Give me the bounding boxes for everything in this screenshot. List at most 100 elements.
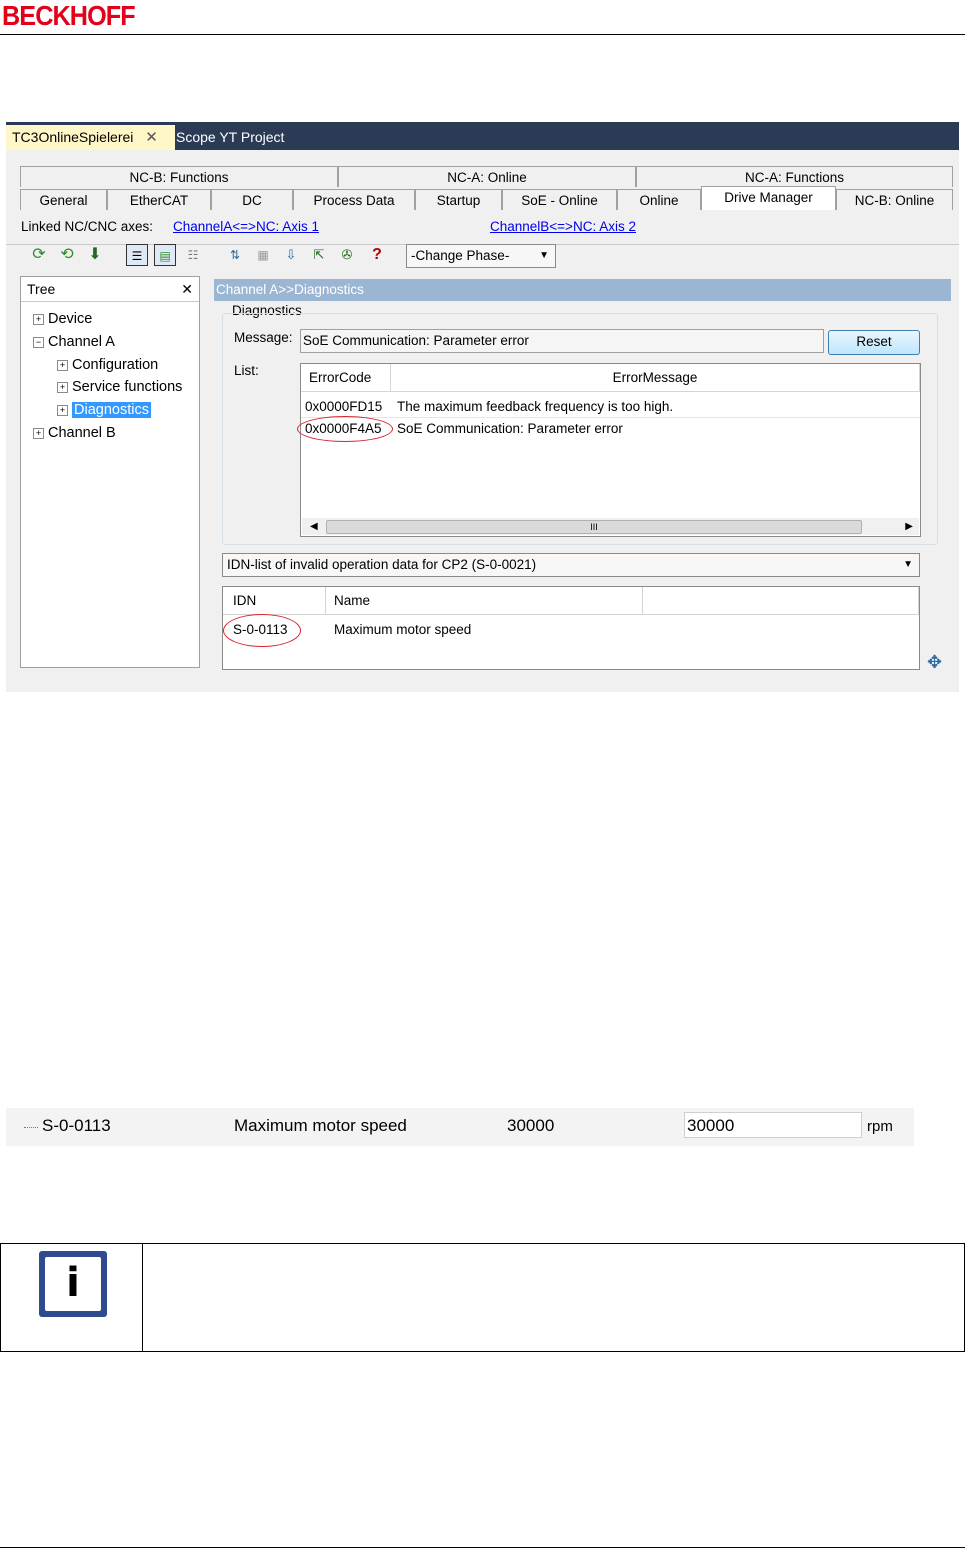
message-field: SoE Communication: Parameter error xyxy=(300,329,824,353)
highlight-oval xyxy=(223,614,301,647)
tab-row-top: NC-B: Functions NC-A: Online NC-A: Funct… xyxy=(20,166,953,188)
tab-drive-manager[interactable]: Drive Manager xyxy=(701,186,836,210)
help-icon[interactable]: ? xyxy=(366,244,388,266)
tab-general[interactable]: General xyxy=(20,189,107,210)
tab-row-bottom: General EtherCAT DC Process Data Startup… xyxy=(20,186,953,212)
note-divider xyxy=(142,1244,143,1351)
column-header-name[interactable]: Name xyxy=(326,587,643,615)
message-label: Message: xyxy=(234,330,293,345)
tab-ethercat[interactable]: EtherCAT xyxy=(107,189,211,210)
idn-list-select[interactable]: IDN-list of invalid operation data for C… xyxy=(222,553,920,577)
param-idn: S-0-0113 xyxy=(42,1116,111,1135)
horizontal-scrollbar[interactable]: ◀ III ▶ xyxy=(302,518,919,535)
idn-list[interactable]: IDN Name S-0-0113 Maximum motor speed xyxy=(222,586,920,670)
tab-process-data[interactable]: Process Data xyxy=(293,189,415,210)
reload-icon[interactable]: ⟲ xyxy=(56,244,78,266)
tree-item-configuration[interactable]: + Configuration xyxy=(57,355,158,375)
column-header-errormessage[interactable]: ErrorMessage xyxy=(391,364,920,392)
expand-icon[interactable]: + xyxy=(33,314,44,325)
tree-item-label: Channel A xyxy=(48,334,115,350)
tree-item-diagnostics[interactable]: + Diagnostics xyxy=(57,400,151,420)
idn-list-select-value: IDN-list of invalid operation data for C… xyxy=(227,557,537,572)
tree-view-icon[interactable]: ☰ xyxy=(126,244,148,266)
param-edit-field[interactable]: 30000 xyxy=(684,1112,862,1138)
footer-rule xyxy=(0,1547,965,1548)
link-channel-a[interactable]: ChannelA<=>NC: Axis 1 xyxy=(173,219,319,234)
tab-nca-functions[interactable]: NC-A: Functions xyxy=(636,166,953,187)
row-divider xyxy=(301,417,920,418)
tab-soe-online[interactable]: SoE - Online xyxy=(502,189,617,210)
expand-icon[interactable]: + xyxy=(57,360,68,371)
tree-pane: Tree ✕ + Device − Channel A + Configuration… xyxy=(20,276,200,668)
tree-item-label: Device xyxy=(48,311,93,327)
parameter-row-screenshot: S-0-0113 Maximum motor speed 30000 30000… xyxy=(6,1108,914,1146)
info-icon: i xyxy=(39,1251,107,1317)
tree-header: Tree ✕ xyxy=(21,277,199,302)
tree-connector xyxy=(24,1127,38,1128)
scroll-left-icon[interactable]: ◀ xyxy=(310,518,318,535)
list-view-icon[interactable]: ▤ xyxy=(154,244,176,266)
tree-item-label: Channel B xyxy=(48,425,116,441)
tree-item-label: Configuration xyxy=(72,357,159,373)
column-header-errorcode[interactable]: ErrorCode xyxy=(301,364,391,392)
note-box: i xyxy=(0,1243,965,1352)
tools-icon[interactable]: ✇ xyxy=(336,244,358,266)
param-name: Maximum motor speed xyxy=(234,1116,407,1135)
sort-icon[interactable]: ⇅ xyxy=(224,244,246,266)
import-icon[interactable]: ⇩ xyxy=(280,244,302,266)
doc-tab-project-label: TC3OnlineSpielerei xyxy=(12,129,134,145)
export-icon[interactable]: ⇱ xyxy=(308,244,330,266)
download-icon[interactable]: ⬇ xyxy=(84,244,106,266)
tab-ncb-functions[interactable]: NC-B: Functions xyxy=(20,166,338,187)
expand-icon[interactable]: + xyxy=(33,428,44,439)
change-phase-value: -Change Phase- xyxy=(411,248,510,263)
scroll-thumb[interactable]: III xyxy=(326,520,862,534)
tree-title: Tree xyxy=(27,281,56,297)
param-edit-value: 30000 xyxy=(687,1116,735,1135)
error-code-cell[interactable]: 0x0000FD15 xyxy=(305,397,382,417)
tab-startup[interactable]: Startup xyxy=(415,189,502,210)
tab-ncb-online[interactable]: NC-B: Online xyxy=(836,189,953,210)
info-glyph: i xyxy=(66,1260,80,1306)
close-icon[interactable]: ✕ xyxy=(181,277,193,301)
param-unit: rpm xyxy=(867,1118,893,1135)
close-icon[interactable]: ✕ xyxy=(145,129,158,146)
tree-item-device[interactable]: + Device xyxy=(33,309,92,329)
tab-nca-online[interactable]: NC-A: Online xyxy=(338,166,636,187)
refresh-icon[interactable]: ⟳ xyxy=(28,244,50,266)
brand-logo: BECKHOFF xyxy=(2,0,136,31)
tab-dc[interactable]: DC xyxy=(211,189,293,210)
header-rule xyxy=(0,34,965,35)
column-header-empty xyxy=(643,587,919,615)
tree-item-service-functions[interactable]: + Service functions xyxy=(57,377,182,397)
reset-button[interactable]: Reset xyxy=(828,330,920,355)
scroll-right-icon[interactable]: ▶ xyxy=(905,518,913,535)
grid-icon[interactable]: ▦ xyxy=(252,244,274,266)
tree-item-channel-a[interactable]: − Channel A xyxy=(33,332,115,352)
idn-name-cell[interactable]: Maximum motor speed xyxy=(334,620,471,640)
doc-tab-scope[interactable]: Scope YT Project xyxy=(170,125,290,150)
error-list[interactable]: ErrorCode ErrorMessage 0x0000FD15 The ma… xyxy=(297,363,921,537)
doc-tab-project[interactable]: TC3OnlineSpielerei ✕ xyxy=(6,125,175,150)
move-icon[interactable]: ✥ xyxy=(927,652,942,673)
tree-item-label: Diagnostics xyxy=(72,402,151,418)
change-phase-select[interactable]: -Change Phase- ▼ xyxy=(406,244,556,268)
error-message-cell[interactable]: The maximum feedback frequency is too hi… xyxy=(397,397,673,417)
param-value: 30000 xyxy=(507,1116,555,1135)
linked-axes-label: Linked NC/CNC axes: xyxy=(21,219,154,234)
error-message-cell[interactable]: SoE Communication: Parameter error xyxy=(397,419,623,439)
tree-item-channel-b[interactable]: + Channel B xyxy=(33,423,116,443)
document-tab-strip: TC3OnlineSpielerei ✕ Scope YT Project xyxy=(6,122,959,150)
diagnostics-pane: Channel A>>Diagnostics Diagnostics Messa… xyxy=(214,279,951,672)
list-label: List: xyxy=(234,363,259,378)
tab-online[interactable]: Online xyxy=(617,189,701,210)
expand-icon[interactable]: + xyxy=(57,382,68,393)
highlight-oval xyxy=(297,416,393,442)
tree-item-label: Service functions xyxy=(72,379,183,395)
editor-panel: NC-B: Functions NC-A: Online NC-A: Funct… xyxy=(6,150,959,692)
column-header-idn[interactable]: IDN xyxy=(223,587,326,615)
checklist-icon[interactable]: ☷ xyxy=(182,244,204,266)
collapse-icon[interactable]: − xyxy=(33,337,44,348)
link-channel-b[interactable]: ChannelB<=>NC: Axis 2 xyxy=(490,219,636,234)
expand-icon[interactable]: + xyxy=(57,405,68,416)
